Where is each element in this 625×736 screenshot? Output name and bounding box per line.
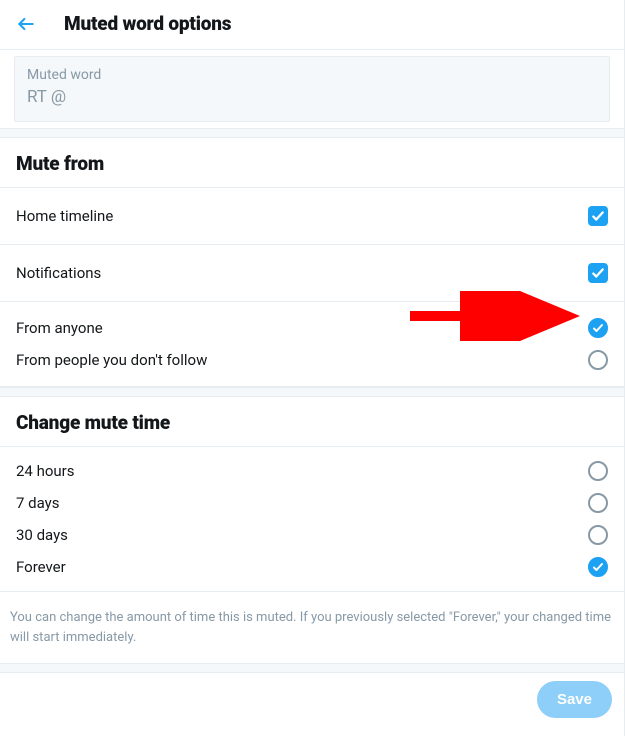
row-7-days[interactable]: 7 days: [0, 487, 624, 519]
row-forever[interactable]: Forever: [0, 551, 624, 583]
save-button[interactable]: Save: [537, 681, 612, 718]
d7-label: 7 days: [16, 494, 60, 512]
divider: [0, 128, 624, 138]
row-home-timeline[interactable]: Home timeline: [0, 188, 624, 245]
page-title: Muted word options: [64, 12, 231, 35]
from-not-follow-radio[interactable]: [588, 350, 608, 370]
row-24-hours[interactable]: 24 hours: [0, 455, 624, 487]
scope-radio-group: From anyone From people you don't follow: [0, 302, 624, 387]
d30-label: 30 days: [16, 526, 68, 544]
mute-from-title: Mute from: [0, 138, 624, 188]
change-time-title: Change mute time: [0, 397, 624, 447]
from-not-follow-label: From people you don't follow: [16, 351, 207, 369]
home-timeline-label: Home timeline: [16, 207, 113, 225]
notifications-label: Notifications: [16, 264, 101, 282]
back-arrow-icon[interactable]: [16, 14, 36, 34]
d30-radio[interactable]: [588, 525, 608, 545]
footer: Save: [0, 673, 624, 726]
forever-label: Forever: [16, 558, 66, 576]
forever-radio[interactable]: [588, 557, 608, 577]
time-radio-group: 24 hours 7 days 30 days Forever: [0, 447, 624, 592]
h24-radio[interactable]: [588, 461, 608, 481]
muted-word-input[interactable]: Muted word RT @: [14, 56, 610, 122]
from-anyone-radio[interactable]: [588, 318, 608, 338]
h24-label: 24 hours: [16, 462, 75, 480]
divider: [0, 387, 624, 397]
from-anyone-label: From anyone: [16, 319, 103, 337]
notifications-checkbox[interactable]: [588, 263, 608, 283]
header: Muted word options: [0, 0, 624, 50]
row-from-not-follow[interactable]: From people you don't follow: [0, 344, 624, 376]
row-30-days[interactable]: 30 days: [0, 519, 624, 551]
input-label: Muted word: [27, 67, 597, 83]
divider: [0, 663, 624, 673]
info-text: You can change the amount of time this i…: [0, 592, 624, 663]
d7-radio[interactable]: [588, 493, 608, 513]
input-value: RT @: [27, 87, 597, 107]
row-notifications[interactable]: Notifications: [0, 245, 624, 302]
row-from-anyone[interactable]: From anyone: [0, 312, 624, 344]
home-timeline-checkbox[interactable]: [588, 206, 608, 226]
